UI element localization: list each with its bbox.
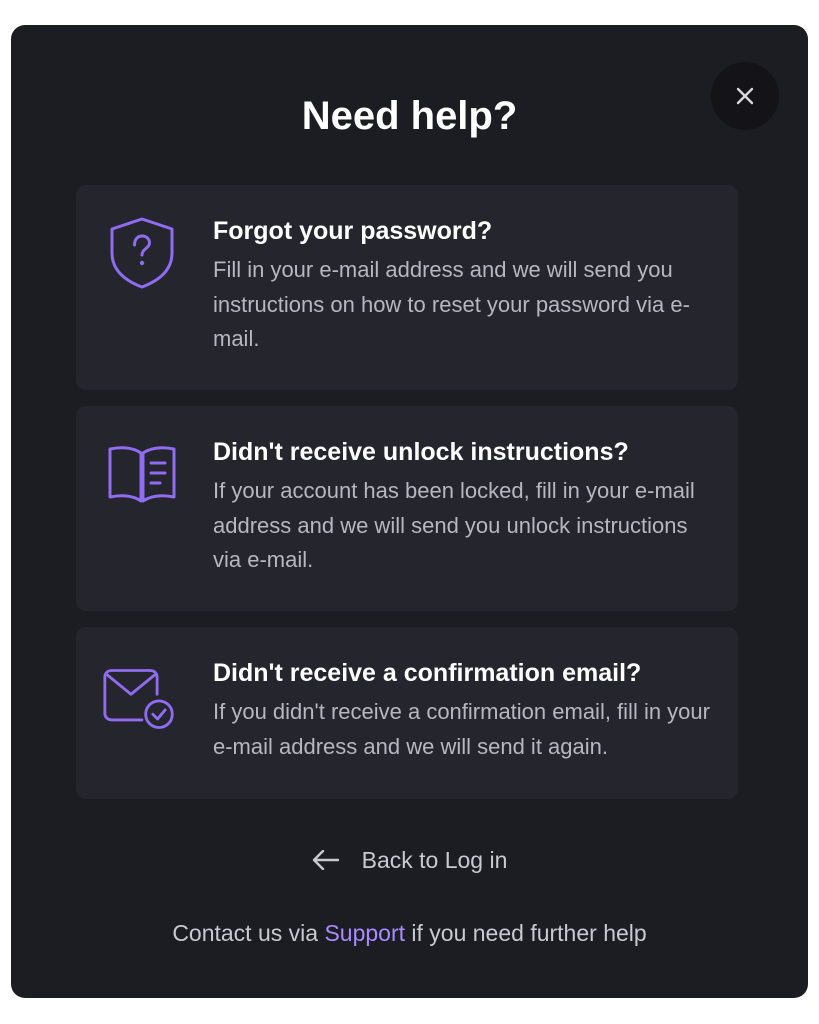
footer-prefix: Contact us via	[172, 920, 319, 946]
card-description: If you didn't receive a confirmation ema…	[213, 699, 710, 759]
mail-check-icon	[102, 661, 178, 737]
back-to-login-link[interactable]: Back to Log in	[312, 842, 508, 878]
card-title: Didn't receive a confirmation email?	[213, 659, 642, 687]
card-description: Fill in your e-mail address and we will …	[213, 257, 690, 351]
unlock-instructions-card[interactable]: Didn't receive unlock instructions? If y…	[76, 406, 738, 611]
back-to-login-label: Back to Log in	[361, 847, 508, 873]
confirmation-email-card[interactable]: Didn't receive a confirmation email? If …	[76, 627, 738, 799]
card-title: Didn't receive unlock instructions?	[213, 438, 629, 466]
forgot-password-card[interactable]: Forgot your password? Fill in your e-mai…	[76, 185, 738, 390]
back-to-login-row: Back to Log in	[11, 842, 808, 878]
card-title: Forgot your password?	[213, 217, 493, 245]
shield-question-icon	[104, 215, 180, 291]
arrow-left-icon	[312, 850, 339, 870]
dialog-title: Need help?	[301, 94, 518, 138]
support-link[interactable]: Support	[324, 920, 405, 946]
support-footer: Contact us via Support if you need furth…	[11, 915, 808, 951]
help-dialog: Need help? Forgot your password? Fill in…	[11, 25, 808, 998]
card-description: If your account has been locked, fill in…	[213, 478, 695, 572]
book-open-icon	[104, 437, 180, 513]
footer-suffix: if you need further help	[411, 920, 647, 946]
